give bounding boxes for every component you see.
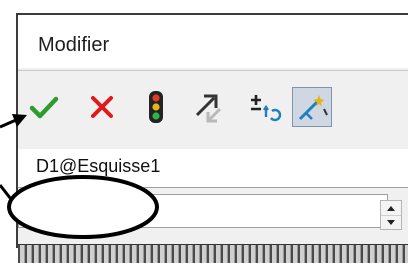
rebuild-button[interactable] [136,87,176,127]
increment-button[interactable] [242,87,282,127]
cancel-button[interactable] [82,87,122,127]
arrow-down-icon [387,220,395,225]
dialog-title: Modifier [38,34,110,56]
arrow-up-icon [387,206,395,211]
thumbwheel-slider[interactable] [18,244,408,263]
checkmark-icon [29,96,59,119]
plus-minus-reset-icon [251,95,282,122]
reverse-direction-button[interactable] [188,87,228,127]
value-spinner[interactable] [380,200,402,230]
dimension-value-input[interactable] [18,194,388,228]
dialog-titlebar: Modifier [18,15,408,68]
modify-dialog: Modifier D1@Esquisse1 [16,13,408,263]
magic-wand-dimension-icon [298,95,328,121]
mark-dimension-button[interactable] [292,87,332,127]
spinner-down-button[interactable] [381,215,401,229]
x-icon [91,96,113,118]
dimension-name-field[interactable]: D1@Esquisse1 [18,149,408,188]
ok-button[interactable] [24,87,64,127]
traffic-light-icon [149,91,163,123]
dialog-toolbar [18,70,408,150]
dimension-name-text: D1@Esquisse1 [36,156,161,176]
spinner-up-button[interactable] [381,201,401,216]
annotation-line-icon [0,184,16,204]
diagonal-arrows-icon [195,94,222,123]
